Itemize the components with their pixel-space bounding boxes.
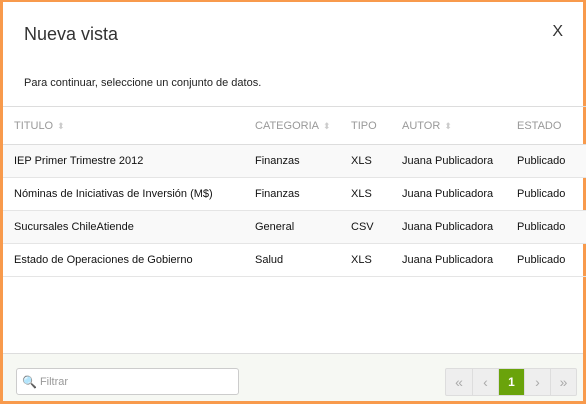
footer: 🔍 Filtrar « ‹ 1 › » — [3, 353, 583, 401]
cell-categoria: General — [255, 210, 351, 244]
cell-tipo: CSV — [351, 210, 402, 244]
cell-estado: Publicado — [517, 144, 586, 178]
cell-autor: Juana Publicadora — [402, 243, 517, 277]
header-autor[interactable]: AUTOR ⬍ — [402, 106, 517, 145]
prev-page-button[interactable]: ‹ — [472, 369, 498, 395]
cell-titulo: IEP Primer Trimestre 2012 — [3, 144, 255, 178]
sort-icon: ⬍ — [444, 120, 452, 131]
header-label: TITULO — [14, 119, 54, 132]
sort-icon: ⬍ — [57, 120, 65, 131]
header-label: CATEGORIA — [255, 119, 319, 132]
header-estado: ESTADO — [517, 106, 586, 145]
header-label: AUTOR — [402, 119, 441, 132]
page-1-button[interactable]: 1 — [498, 369, 524, 395]
cell-estado: Publicado — [517, 177, 586, 211]
datasets-table: TITULO ⬍ CATEGORIA ⬍ TIPO AUTOR ⬍ ESTADO IE… — [3, 106, 586, 277]
cell-estado: Publicado — [517, 243, 586, 277]
filter-placeholder: Filtrar — [39, 375, 69, 388]
dialog-subtitle: Para continuar, seleccione un conjunto d… — [24, 77, 262, 89]
table-row[interactable]: Nóminas de Iniciativas de Inversión (M$)… — [3, 177, 586, 211]
dialog-title: Nueva vista — [24, 24, 119, 44]
header-titulo[interactable]: TITULO ⬍ — [3, 106, 255, 145]
search-icon: 🔍 — [22, 374, 37, 389]
header-tipo: TIPO — [351, 106, 402, 145]
next-page-button[interactable]: › — [524, 369, 550, 395]
filter-input[interactable]: 🔍 Filtrar — [16, 368, 239, 395]
dialog: Nueva vista X Para continuar, seleccione… — [0, 0, 586, 404]
cell-titulo: Estado de Operaciones de Gobierno — [3, 243, 255, 277]
pagination: « ‹ 1 › » — [445, 368, 577, 396]
cell-titulo: Sucursales ChileAtiende — [3, 210, 255, 244]
cell-autor: Juana Publicadora — [402, 210, 517, 244]
cell-categoria: Finanzas — [255, 177, 351, 211]
cell-titulo: Nóminas de Iniciativas de Inversión (M$) — [3, 177, 255, 211]
sort-icon: ⬍ — [322, 120, 331, 131]
table-row[interactable]: Sucursales ChileAtiende General CSV Juana P… — [3, 210, 586, 244]
cell-tipo: XLS — [351, 177, 402, 211]
cell-estado: Publicado — [517, 210, 586, 244]
cell-autor: Juana Publicadora — [402, 177, 517, 211]
table-row[interactable]: Estado de Operaciones de Gobierno Salud XL… — [3, 243, 586, 277]
cell-tipo: XLS — [351, 144, 402, 178]
cell-categoria: Finanzas — [255, 144, 351, 178]
table-row[interactable]: IEP Primer Trimestre 2012 Finanzas XLS Juan… — [3, 144, 586, 178]
last-page-button[interactable]: » — [550, 369, 576, 395]
cell-autor: Juana Publicadora — [402, 144, 517, 178]
close-button[interactable]: X — [552, 23, 563, 41]
first-page-button[interactable]: « — [446, 369, 472, 395]
header-categoria[interactable]: CATEGORIA ⬍ — [255, 106, 351, 145]
cell-tipo: XLS — [351, 243, 402, 277]
cell-categoria: Salud — [255, 243, 351, 277]
